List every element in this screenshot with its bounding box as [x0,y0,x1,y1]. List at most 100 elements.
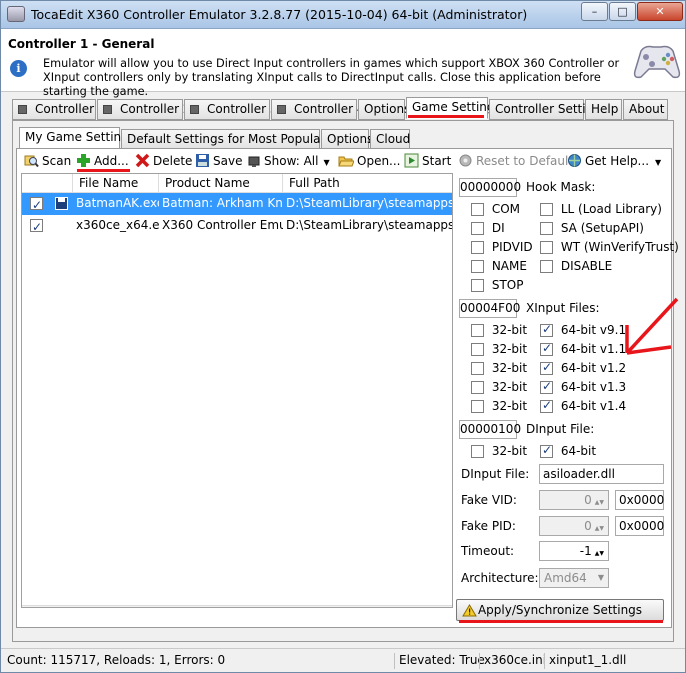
hook-wt-option[interactable]: WT (WinVerifyTrust) [540,240,679,254]
show-filter-dropdown[interactable]: Show: All ▼ [248,151,330,171]
hook-disable-option[interactable]: DISABLE [540,259,612,273]
fake-pid-stepper[interactable]: 0 ▲▼ [539,516,609,536]
checkbox[interactable] [471,324,484,337]
architecture-select[interactable]: Amd64 ▼ [539,568,609,588]
checkbox[interactable] [540,203,553,216]
checkbox[interactable] [540,341,553,356]
open-button[interactable]: Open... [338,151,401,171]
xinput-32-option[interactable]: 32-bit [471,361,527,375]
checkbox[interactable] [471,445,484,458]
checkbox[interactable] [471,279,484,292]
maximize-button[interactable]: □ [609,2,636,21]
start-button[interactable]: Start [404,151,451,171]
window-title: TocaEdit X360 Controller Emulator 3.2.8.… [31,7,528,22]
fake-pid-value: 0 [584,519,592,533]
option-label: 32-bit [491,444,528,458]
xinput-32-option[interactable]: 32-bit [471,323,527,337]
checkbox[interactable] [540,360,553,375]
xinput-64-v12-option[interactable]: 64-bit v1.2 [540,360,626,375]
tab-controller-4[interactable]: Controller 4 [271,99,364,120]
dinput-64-option[interactable]: 64-bit [540,443,596,458]
dropdown-caret-icon: ▼ [323,158,330,167]
xinput-32-option[interactable]: 32-bit [471,380,527,394]
subtab-cloud[interactable]: Cloud [370,129,410,150]
save-button[interactable]: Save [195,151,242,171]
checkbox[interactable] [471,241,484,254]
checkbox[interactable] [471,362,484,375]
dinput-32-option[interactable]: 32-bit [471,444,527,458]
option-label: DI [491,221,505,235]
subtab-options[interactable]: Options [321,129,373,150]
info-icon: i [10,60,27,77]
checkbox[interactable] [471,222,484,235]
checkbox[interactable] [540,260,553,273]
subtab-default-settings[interactable]: Default Settings for Most Popular Games [121,129,371,150]
delete-button[interactable]: Delete [135,151,192,171]
close-button[interactable]: ✕ [637,2,683,21]
option-label: 32-bit [491,361,528,375]
table-row[interactable]: BatmanAK.exe Batman: Arkham Knight D:\St… [22,193,452,215]
show-filter-label: Show: All [264,154,319,168]
checkbox[interactable] [540,443,553,458]
spinner-arrows-icon[interactable]: ▲▼ [595,550,604,557]
xinput-32-option[interactable]: 32-bit [471,342,527,356]
checkbox[interactable] [471,343,484,356]
column-header-checks [22,174,73,193]
green-plus-icon [77,154,90,167]
tab-controller-settings[interactable]: Controller Settings [489,99,607,120]
checkbox[interactable] [471,381,484,394]
status-elevated: Elevated: True [399,653,485,667]
dinput-file-input[interactable]: asiloader.dll [539,464,664,484]
title-bar[interactable]: TocaEdit X360 Controller Emulator 3.2.8.… [1,1,685,29]
option-label: 32-bit [491,399,528,413]
minimize-button[interactable]: – [581,2,608,21]
checkbox[interactable] [540,398,553,413]
hook-name-option[interactable]: NAME [471,259,527,273]
checkbox[interactable] [471,203,484,216]
tab-about[interactable]: About [623,99,668,120]
checkbox[interactable] [540,241,553,254]
tab-controller-1[interactable]: Controller 1 [12,99,105,120]
checkbox[interactable] [540,322,553,337]
horizontal-scrollbar[interactable]: ◀ ▶ [22,605,452,607]
xinput-64-v13-option[interactable]: 64-bit v1.3 [540,379,626,394]
hook-com-option[interactable]: COM [471,202,520,216]
tab-options[interactable]: Options [358,99,410,120]
checkbox[interactable] [471,260,484,273]
checkbox[interactable] [540,379,553,394]
fake-vid-stepper[interactable]: 0 ▲▼ [539,490,609,510]
hook-di-option[interactable]: DI [471,221,505,235]
header-description: Emulator will allow you to use Direct In… [43,57,620,98]
subtab-my-game-settings[interactable]: My Game Settings [19,127,135,149]
checkbox[interactable] [540,222,553,235]
floppy-save-icon[interactable] [55,197,68,210]
column-header-product-name[interactable]: Product Name [159,174,283,193]
row-enabled-checkbox[interactable] [30,195,43,215]
get-help-dropdown[interactable]: Get Help... ▼ [567,151,661,171]
apply-synchronize-button[interactable]: Apply/Synchronize Settings [456,599,664,621]
option-label: 32-bit [491,380,528,394]
tab-help[interactable]: Help [585,99,622,120]
hook-pidvid-option[interactable]: PIDVID [471,240,533,254]
column-header-file-name[interactable]: File Name [73,174,159,193]
hook-ll-option[interactable]: LL (Load Library) [540,202,662,216]
scan-button[interactable]: Scan [24,151,71,171]
checkbox[interactable] [471,400,484,413]
timeout-stepper[interactable]: -1 ▲▼ [539,541,609,561]
scan-magnifier-icon [24,155,39,168]
warning-icon [462,604,477,617]
hook-stop-option[interactable]: STOP [471,278,523,292]
tab-controller-2[interactable]: Controller 2 [97,99,190,120]
xinput-64-v14-option[interactable]: 64-bit v1.4 [540,398,626,413]
tab-controller-3[interactable]: Controller 3 [184,99,277,120]
spinner-arrows-icon[interactable]: ▲▼ [595,499,604,506]
table-row[interactable]: x360ce_x64.exe X360 Controller Emulator … [22,215,452,237]
spinner-arrows-icon[interactable]: ▲▼ [595,525,604,532]
hook-sa-option[interactable]: SA (SetupAPI) [540,221,644,235]
reset-to-default-button[interactable]: Reset to Default [458,151,573,171]
xinput-32-option[interactable]: 32-bit [471,399,527,413]
row-enabled-checkbox[interactable] [30,217,43,237]
column-header-full-path[interactable]: Full Path [283,174,452,193]
option-label: WT (WinVerifyTrust) [560,240,679,254]
add-button[interactable]: Add... [76,151,129,171]
